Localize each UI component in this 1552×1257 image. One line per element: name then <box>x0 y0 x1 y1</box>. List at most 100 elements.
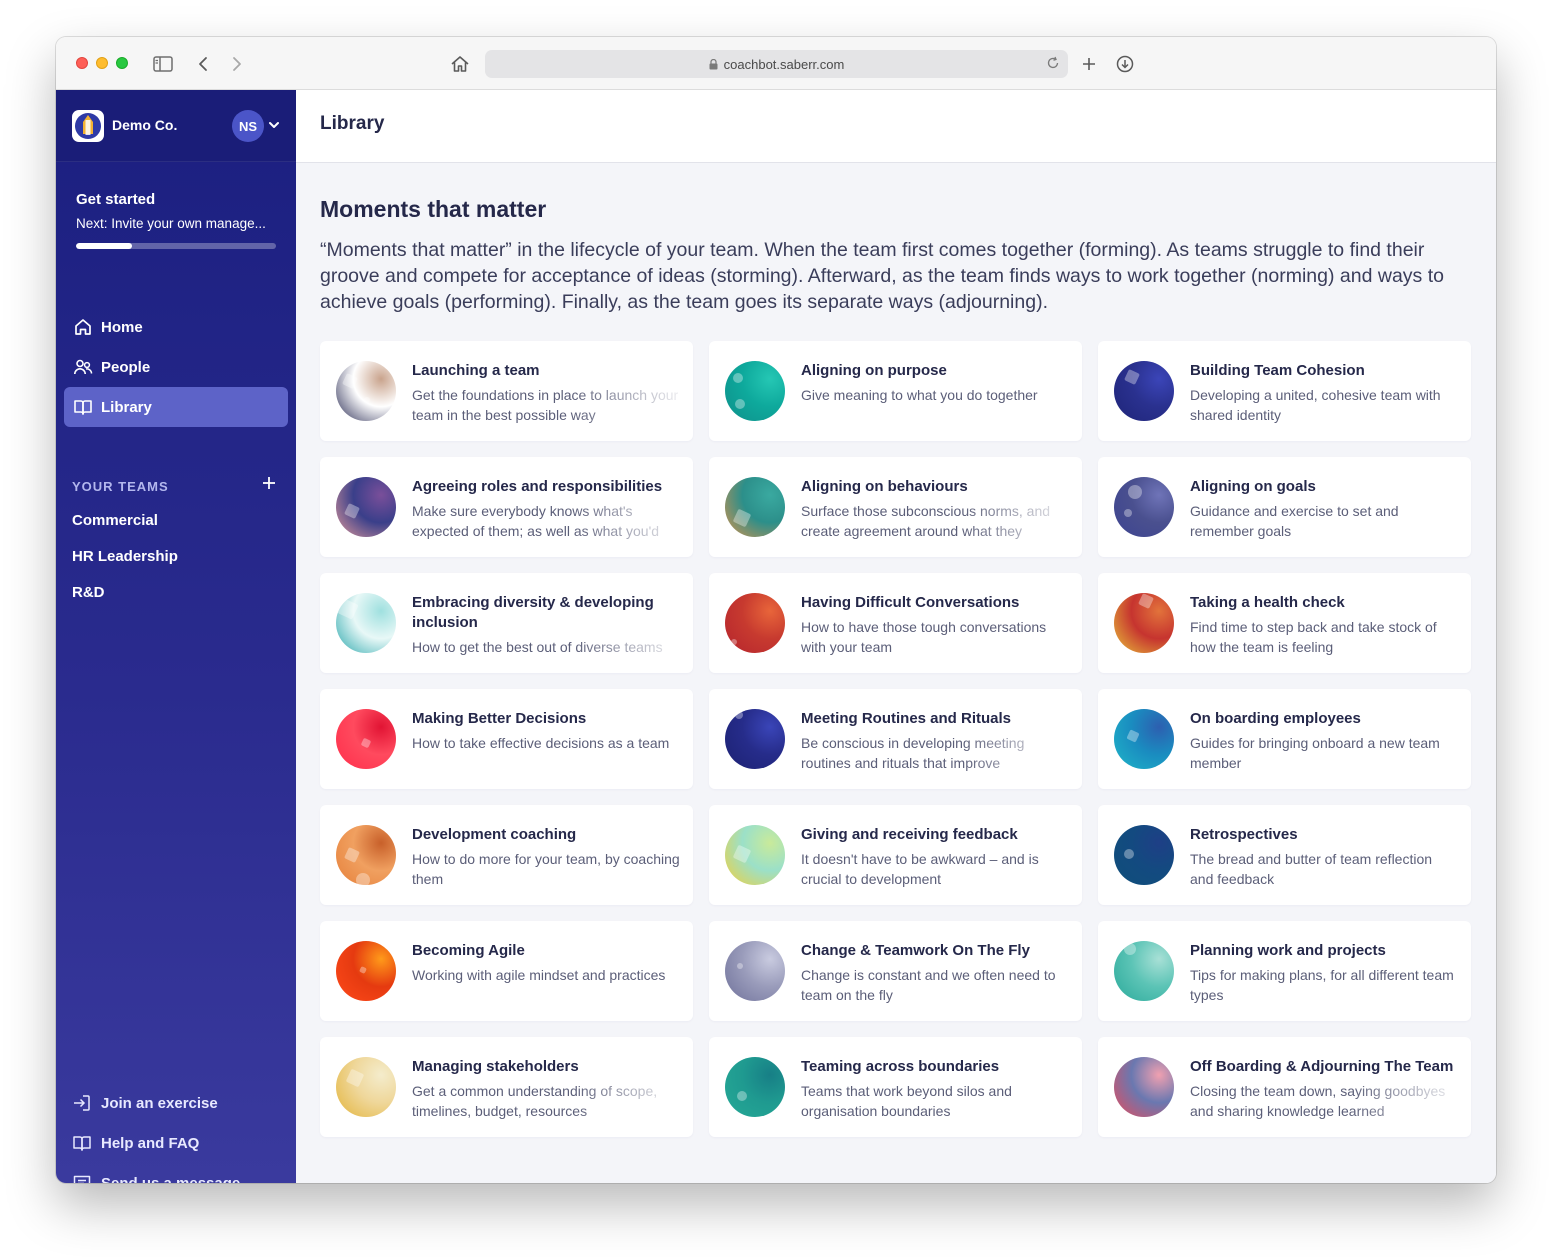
card-description: Make sure everybody knows what's expecte… <box>412 503 660 539</box>
card-image <box>336 709 396 769</box>
card-title: Aligning on purpose <box>801 362 947 379</box>
card-title: Retrospectives <box>1190 826 1298 843</box>
library-card[interactable]: Giving and receiving feedback It doesn't … <box>709 805 1082 905</box>
back-icon[interactable] <box>192 53 214 75</box>
card-title: Becoming Agile <box>412 942 525 959</box>
help-faq-link[interactable]: Help and FAQ <box>72 1133 199 1153</box>
avatar[interactable]: NS <box>232 110 264 142</box>
page-title: Library <box>320 113 385 134</box>
card-image <box>725 1057 785 1117</box>
card-image-decoration <box>737 963 743 969</box>
card-image <box>1114 593 1174 653</box>
get-started-title[interactable]: Get started <box>76 191 155 208</box>
section-title: Moments that matter <box>320 196 547 222</box>
card-title: Having Difficult Conversations <box>801 594 1020 611</box>
sidebar-toggle-icon[interactable] <box>152 53 174 75</box>
card-description: Get a common understanding of scope, tim… <box>412 1083 658 1119</box>
card-image-decoration <box>732 508 752 528</box>
library-card[interactable]: On boarding employees Guides for bringing… <box>1098 689 1471 789</box>
card-description: How to get the best out of diverse teams <box>412 639 663 655</box>
card-title: Making Better Decisions <box>412 710 587 727</box>
join-exercise-link[interactable]: Join an exercise <box>72 1093 218 1113</box>
library-card[interactable]: Making Better Decisions How to take effec… <box>320 689 693 789</box>
home-icon <box>73 317 93 337</box>
card-title: Launching a team <box>412 362 540 379</box>
library-card[interactable]: Taking a health check Find time to step b… <box>1098 573 1471 673</box>
card-image-decoration <box>342 373 358 389</box>
library-card[interactable]: Teaming across boundaries Teams that work… <box>709 1037 1082 1137</box>
library-card[interactable]: Development coaching How to do more for y… <box>320 805 693 905</box>
people-icon <box>73 357 93 377</box>
library-card[interactable]: Managing stakeholders Get a common unders… <box>320 1037 693 1137</box>
card-description: Working with agile mindset and practices <box>412 967 666 983</box>
team-item-rnd[interactable]: R&D <box>72 584 105 601</box>
send-message-link[interactable]: Send us a message <box>72 1173 240 1183</box>
team-item-hr-leadership[interactable]: HR Leadership <box>72 548 178 565</box>
page-header: Library <box>296 90 1496 163</box>
library-card[interactable]: Building Team Cohesion Developing a unite… <box>1098 341 1471 441</box>
nav-item-label: Home <box>101 318 143 336</box>
card-description: The bread and butter of team reflection … <box>1190 851 1433 887</box>
nav-item-people[interactable]: People <box>64 347 288 387</box>
card-image <box>336 1057 396 1117</box>
card-image <box>725 361 785 421</box>
team-item-commercial[interactable]: Commercial <box>72 512 158 529</box>
library-card[interactable]: Agreeing roles and responsibilities Make … <box>320 457 693 557</box>
reload-icon[interactable] <box>1046 56 1060 70</box>
downloads-icon[interactable] <box>1114 53 1136 75</box>
forward-icon[interactable] <box>226 53 248 75</box>
card-description: Developing a united, cohesive team with … <box>1190 387 1441 423</box>
card-description: Guidance and exercise to set and remembe… <box>1190 503 1399 539</box>
card-image-decoration <box>360 737 372 749</box>
library-card[interactable]: Becoming Agile Working with agile mindset… <box>320 921 693 1021</box>
your-teams-header: YOUR TEAMS <box>72 479 169 494</box>
card-image-decoration <box>1124 369 1140 385</box>
nav-item-home[interactable]: Home <box>64 307 288 347</box>
minimize-window-button[interactable] <box>96 57 108 69</box>
card-title: Planning work and projects <box>1190 942 1386 959</box>
get-started-progress <box>76 243 276 249</box>
footer-link-label: Send us a message <box>101 1174 241 1184</box>
library-card[interactable]: Off Boarding & Adjourning The Team Closin… <box>1098 1037 1471 1137</box>
card-title: Meeting Routines and Rituals <box>801 710 1012 727</box>
section-description: “Moments that matter” in the lifecycle o… <box>320 239 1444 313</box>
progress-fill <box>76 243 132 249</box>
card-image <box>336 361 396 421</box>
address-bar[interactable]: coachbot.saberr.com <box>485 50 1068 78</box>
library-card[interactable]: Planning work and projects Tips for makin… <box>1098 921 1471 1021</box>
add-team-icon[interactable] <box>262 476 276 490</box>
new-tab-icon[interactable] <box>1078 53 1100 75</box>
library-card[interactable]: Launching a team Get the foundations in p… <box>320 341 693 441</box>
library-card[interactable]: Change & Teamwork On The Fly Change is co… <box>709 921 1082 1021</box>
card-image <box>725 825 785 885</box>
card-image-decoration <box>737 1091 747 1101</box>
get-started-next-step[interactable]: Next: Invite your own manage... <box>76 216 281 231</box>
nav-item-label: People <box>101 358 151 376</box>
chevron-down-icon[interactable] <box>268 120 280 130</box>
zoom-window-button[interactable] <box>116 57 128 69</box>
card-image <box>1114 361 1174 421</box>
card-image-decoration <box>1124 509 1132 517</box>
library-card[interactable]: Aligning on behaviours Surface those subc… <box>709 457 1082 557</box>
card-title: Aligning on behaviours <box>801 478 968 495</box>
card-description: Find time to step back and take stock of… <box>1190 619 1437 655</box>
card-image-decoration <box>1138 593 1154 609</box>
close-window-button[interactable] <box>76 57 88 69</box>
library-card[interactable]: Aligning on purpose Give meaning to what … <box>709 341 1082 441</box>
card-image <box>336 477 396 537</box>
card-image-decoration <box>344 847 360 863</box>
home-icon[interactable] <box>449 53 471 75</box>
library-card[interactable]: Embracing diversity & developing inclusi… <box>320 573 693 673</box>
card-image <box>1114 709 1174 769</box>
card-description: Change is constant and we often need to … <box>801 967 1056 1003</box>
book-icon <box>72 1133 92 1153</box>
org-switcher[interactable]: Demo Co. NS <box>56 90 296 162</box>
nav-item-library[interactable]: Library <box>64 387 288 427</box>
library-card[interactable]: Aligning on goals Guidance and exercise t… <box>1098 457 1471 557</box>
org-name: Demo Co. <box>112 117 178 133</box>
library-card[interactable]: Meeting Routines and Rituals Be conscious… <box>709 689 1082 789</box>
library-card[interactable]: Retrospectives The bread and butter of te… <box>1098 805 1471 905</box>
library-card[interactable]: Having Difficult Conversations How to hav… <box>709 573 1082 673</box>
card-image-decoration <box>1126 729 1140 743</box>
card-description: Tips for making plans, for all different… <box>1190 967 1454 1003</box>
